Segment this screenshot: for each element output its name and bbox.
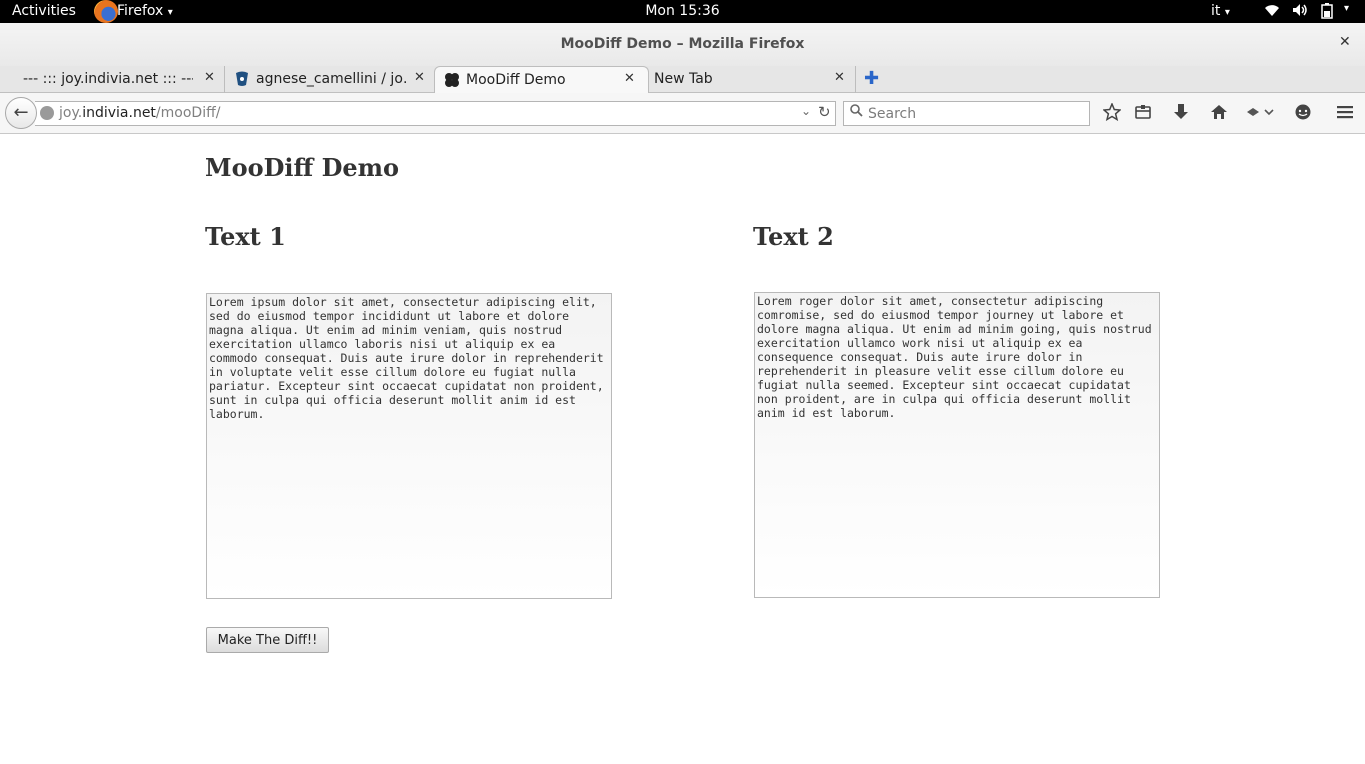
chat-icon[interactable] bbox=[1294, 103, 1312, 126]
extension-icon[interactable] bbox=[1245, 103, 1275, 126]
clover-icon bbox=[444, 72, 459, 88]
tab-label: --- ::: joy.indivia.net ::: --- bbox=[23, 71, 193, 87]
home-icon[interactable] bbox=[1210, 103, 1228, 126]
language-selector[interactable]: it ▾ bbox=[1211, 3, 1230, 19]
url-domain: indivia.net bbox=[82, 105, 156, 121]
close-tab-icon[interactable]: ✕ bbox=[624, 71, 635, 86]
chevron-down-icon[interactable]: ▾ bbox=[1344, 3, 1349, 14]
page-content: MooDiff Demo Text 1 Text 2 Lorem ipsum d… bbox=[0, 134, 1365, 764]
tab-label: New Tab bbox=[654, 71, 713, 87]
navigation-toolbar: joy.indivia.net/mooDiff/ ⌄ ↻ ← bbox=[0, 93, 1365, 134]
volume-icon[interactable] bbox=[1292, 3, 1308, 21]
tab-moodiff-demo[interactable]: MooDiff Demo ✕ bbox=[434, 66, 649, 94]
tab-bitbucket[interactable]: agnese_camellini / jo… ✕ bbox=[226, 66, 434, 93]
clock[interactable]: Mon 15:36 bbox=[0, 3, 1365, 19]
search-icon bbox=[850, 104, 863, 121]
battery-icon[interactable] bbox=[1321, 3, 1333, 23]
tab-new-tab[interactable]: New Tab ✕ bbox=[649, 66, 856, 93]
close-tab-icon[interactable]: ✕ bbox=[414, 70, 425, 85]
new-tab-button[interactable]: ✚ bbox=[864, 68, 879, 89]
close-tab-icon[interactable]: ✕ bbox=[204, 70, 215, 85]
tab-strip: --- ::: joy.indivia.net ::: --- ✕ agnese… bbox=[0, 66, 1365, 94]
search-input[interactable] bbox=[868, 104, 1083, 123]
reload-icon[interactable]: ↻ bbox=[818, 103, 831, 121]
search-bar[interactable] bbox=[843, 101, 1090, 126]
text1-heading: Text 1 bbox=[205, 222, 286, 251]
site-identity-icon[interactable] bbox=[40, 106, 54, 120]
url-path: /mooDiff/ bbox=[155, 105, 221, 121]
system-top-bar: Activities Firefox ▾ Mon 15:36 it ▾ ▾ bbox=[0, 0, 1365, 23]
close-tab-icon[interactable]: ✕ bbox=[834, 70, 845, 85]
url-history-dropdown-icon[interactable]: ⌄ bbox=[801, 104, 811, 118]
text1-textarea[interactable]: Lorem ipsum dolor sit amet, consectetur … bbox=[206, 293, 612, 599]
tab-joy-indivia[interactable]: --- ::: joy.indivia.net ::: --- ✕ bbox=[0, 66, 225, 93]
chevron-down-icon: ▾ bbox=[1224, 7, 1230, 18]
page-title: MooDiff Demo bbox=[205, 153, 400, 182]
make-diff-button[interactable]: Make The Diff!! bbox=[206, 627, 329, 653]
download-icon[interactable] bbox=[1172, 103, 1190, 126]
reading-list-icon[interactable] bbox=[1134, 103, 1152, 126]
window-title: MooDiff Demo – Mozilla Firefox bbox=[560, 36, 805, 52]
bitbucket-icon bbox=[235, 71, 250, 87]
text2-heading: Text 2 bbox=[753, 222, 834, 251]
url-bar[interactable]: joy.indivia.net/mooDiff/ ⌄ ↻ bbox=[35, 101, 836, 126]
tab-label: agnese_camellini / jo… bbox=[256, 71, 406, 87]
back-button[interactable]: ← bbox=[5, 97, 37, 129]
url-text: joy.indivia.net/mooDiff/ bbox=[59, 105, 220, 121]
window-title-bar: MooDiff Demo – Mozilla Firefox ✕ bbox=[0, 23, 1365, 66]
tab-label: MooDiff Demo bbox=[466, 72, 566, 88]
star-icon[interactable] bbox=[1102, 102, 1122, 126]
back-arrow-icon: ← bbox=[13, 102, 29, 123]
close-window-icon[interactable]: ✕ bbox=[1339, 34, 1351, 50]
url-subdomain: joy. bbox=[59, 105, 83, 121]
text2-textarea[interactable]: Lorem roger dolor sit amet, consectetur … bbox=[754, 292, 1160, 598]
menu-icon[interactable] bbox=[1336, 103, 1354, 126]
wifi-icon[interactable] bbox=[1264, 3, 1280, 21]
language-label: it bbox=[1211, 3, 1221, 19]
